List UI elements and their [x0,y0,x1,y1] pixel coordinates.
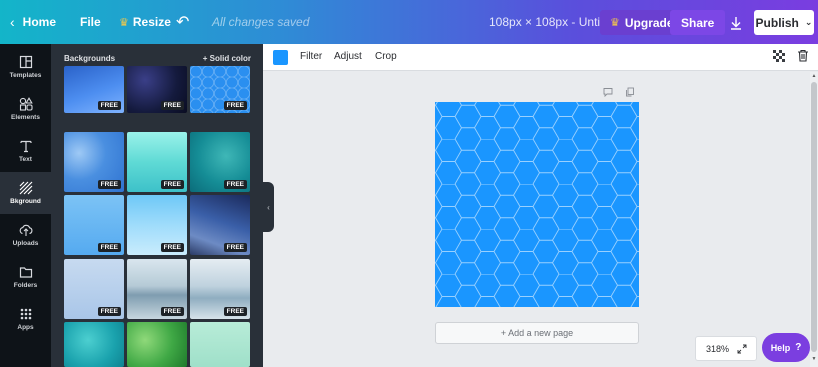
resize-label: Resize [132,15,171,29]
help-button[interactable]: Help ? [762,333,810,362]
publish-label: Publish [755,15,799,30]
publish-button[interactable]: Publish ⌄ [754,10,814,35]
zoom-control[interactable]: 318% [695,336,757,361]
expand-icon[interactable] [737,344,747,354]
background-thumbnail[interactable] [127,322,187,367]
color-swatch[interactable] [273,50,288,65]
scrollbar-thumb[interactable] [811,82,817,352]
background-thumbnail[interactable] [64,322,124,367]
transparency-icon[interactable] [773,50,785,62]
nav-label: Folders [13,282,38,289]
scroll-down-icon[interactable]: ▼ [811,356,817,362]
background-thumbnail[interactable]: FREE [64,132,124,192]
solid-color-button[interactable]: + Solid color [203,54,251,63]
chevron-left-icon: ‹ [10,14,15,30]
background-icon [19,181,32,195]
nav-label: Apps [17,324,34,331]
background-thumbnail[interactable]: FREE [190,66,250,113]
crown-icon: ♛ [119,16,129,29]
help-label: Help [770,342,791,353]
image-toolbar: Filter Adjust Crop [263,44,818,71]
free-badge: FREE [223,180,247,189]
question-mark-icon: ? [795,342,802,353]
top-bar: ‹ Home File ♛ Resize ↶ All changes saved… [0,0,818,44]
design-canvas[interactable] [435,102,639,307]
hexagon-pattern [435,102,639,307]
nav-label: Uploads [12,240,39,247]
home-label: Home [22,15,57,29]
zoom-level: 318% [706,343,730,354]
free-badge: FREE [223,243,247,252]
download-button[interactable] [724,10,748,35]
chevron-left-icon: ‹ [267,202,270,212]
free-badge: FREE [97,180,121,189]
free-badge: FREE [160,101,184,110]
home-button[interactable]: ‹ Home [10,0,56,44]
upload-icon [19,224,32,236]
add-page-button[interactable]: + Add a new page [435,322,639,344]
free-badge: FREE [160,307,184,316]
background-thumbnail[interactable]: FREE [190,132,250,192]
nav-label: Templates [9,72,42,79]
nav-text[interactable]: Text [0,130,51,172]
background-thumbnail[interactable]: FREE [64,195,124,255]
collapse-panel-button[interactable]: ‹ [263,182,274,232]
text-icon [19,140,32,153]
background-thumbnail[interactable]: FREE [190,259,250,319]
undo-icon[interactable]: ↶ [176,0,189,44]
nav-uploads[interactable]: Uploads [0,214,51,256]
free-badge: FREE [97,101,121,110]
upgrade-label: Upgrade [624,15,674,30]
nav-label: Elements [11,114,40,121]
free-badge: FREE [223,101,247,110]
free-badge: FREE [160,243,184,252]
nav-apps[interactable]: Apps [0,298,51,340]
nav-background[interactable]: Bkground [0,172,51,214]
elements-icon [19,97,33,111]
crop-button[interactable]: Crop [375,51,397,62]
templates-icon [19,55,32,69]
free-badge: FREE [97,307,121,316]
apps-icon [20,308,31,320]
side-nav: Templates Elements Text Bkground Uploads… [0,44,51,367]
nav-folders[interactable]: Folders [0,256,51,298]
file-menu-button[interactable]: File [80,0,101,44]
share-button[interactable]: Share [670,10,726,35]
free-badge: FREE [223,307,247,316]
background-thumbnail[interactable]: FREE [190,195,250,255]
scroll-up-icon[interactable]: ▲ [811,73,817,79]
nav-label: Text [19,156,32,163]
free-badge: FREE [160,180,184,189]
panel-title: Backgrounds [64,54,116,63]
chevron-down-icon: ⌄ [804,17,813,27]
free-badge: FREE [97,243,121,252]
comment-icon[interactable] [603,87,613,97]
background-thumbnail[interactable]: FREE [64,66,124,113]
duplicate-page-icon[interactable] [625,87,635,97]
download-icon [731,16,741,30]
adjust-button[interactable]: Adjust [334,51,362,62]
nav-elements[interactable]: Elements [0,88,51,130]
background-thumbnail[interactable] [190,322,250,367]
folder-icon [19,267,32,278]
background-thumbnail[interactable]: FREE [127,132,187,192]
crown-icon: ♛ [610,17,620,29]
autosave-status: All changes saved [212,15,310,29]
backgrounds-panel: Backgrounds + Solid color FREE FREE FREE… [51,44,263,367]
background-thumbnail[interactable]: FREE [127,195,187,255]
nav-label: Bkground [10,198,41,205]
resize-button[interactable]: ♛ Resize [119,0,171,44]
background-thumbnail[interactable]: FREE [64,259,124,319]
background-thumbnail[interactable]: FREE [127,259,187,319]
background-thumbnail[interactable]: FREE [127,66,187,113]
trash-icon[interactable] [797,49,809,62]
filter-button[interactable]: Filter [300,51,322,62]
nav-templates[interactable]: Templates [0,46,51,88]
